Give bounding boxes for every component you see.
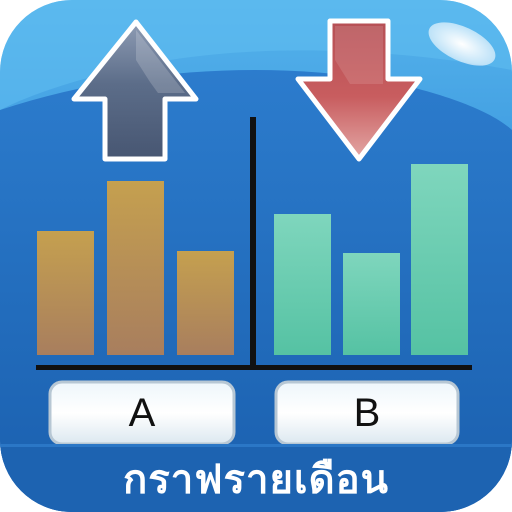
bar-a2 xyxy=(107,181,164,355)
baseline xyxy=(36,365,472,370)
app-icon[interactable]: A B กราฟรายเดือน xyxy=(0,0,512,512)
bar-b2 xyxy=(343,253,400,355)
center-divider xyxy=(250,117,256,367)
bar-a3 xyxy=(177,251,234,355)
bar-a1 xyxy=(37,231,94,355)
bar-b1 xyxy=(274,214,331,355)
bar-b3 xyxy=(411,164,468,355)
caption-text: กราฟรายเดือน xyxy=(123,457,389,503)
group-b-label[interactable]: B xyxy=(278,384,456,442)
group-a-label[interactable]: A xyxy=(52,384,232,442)
